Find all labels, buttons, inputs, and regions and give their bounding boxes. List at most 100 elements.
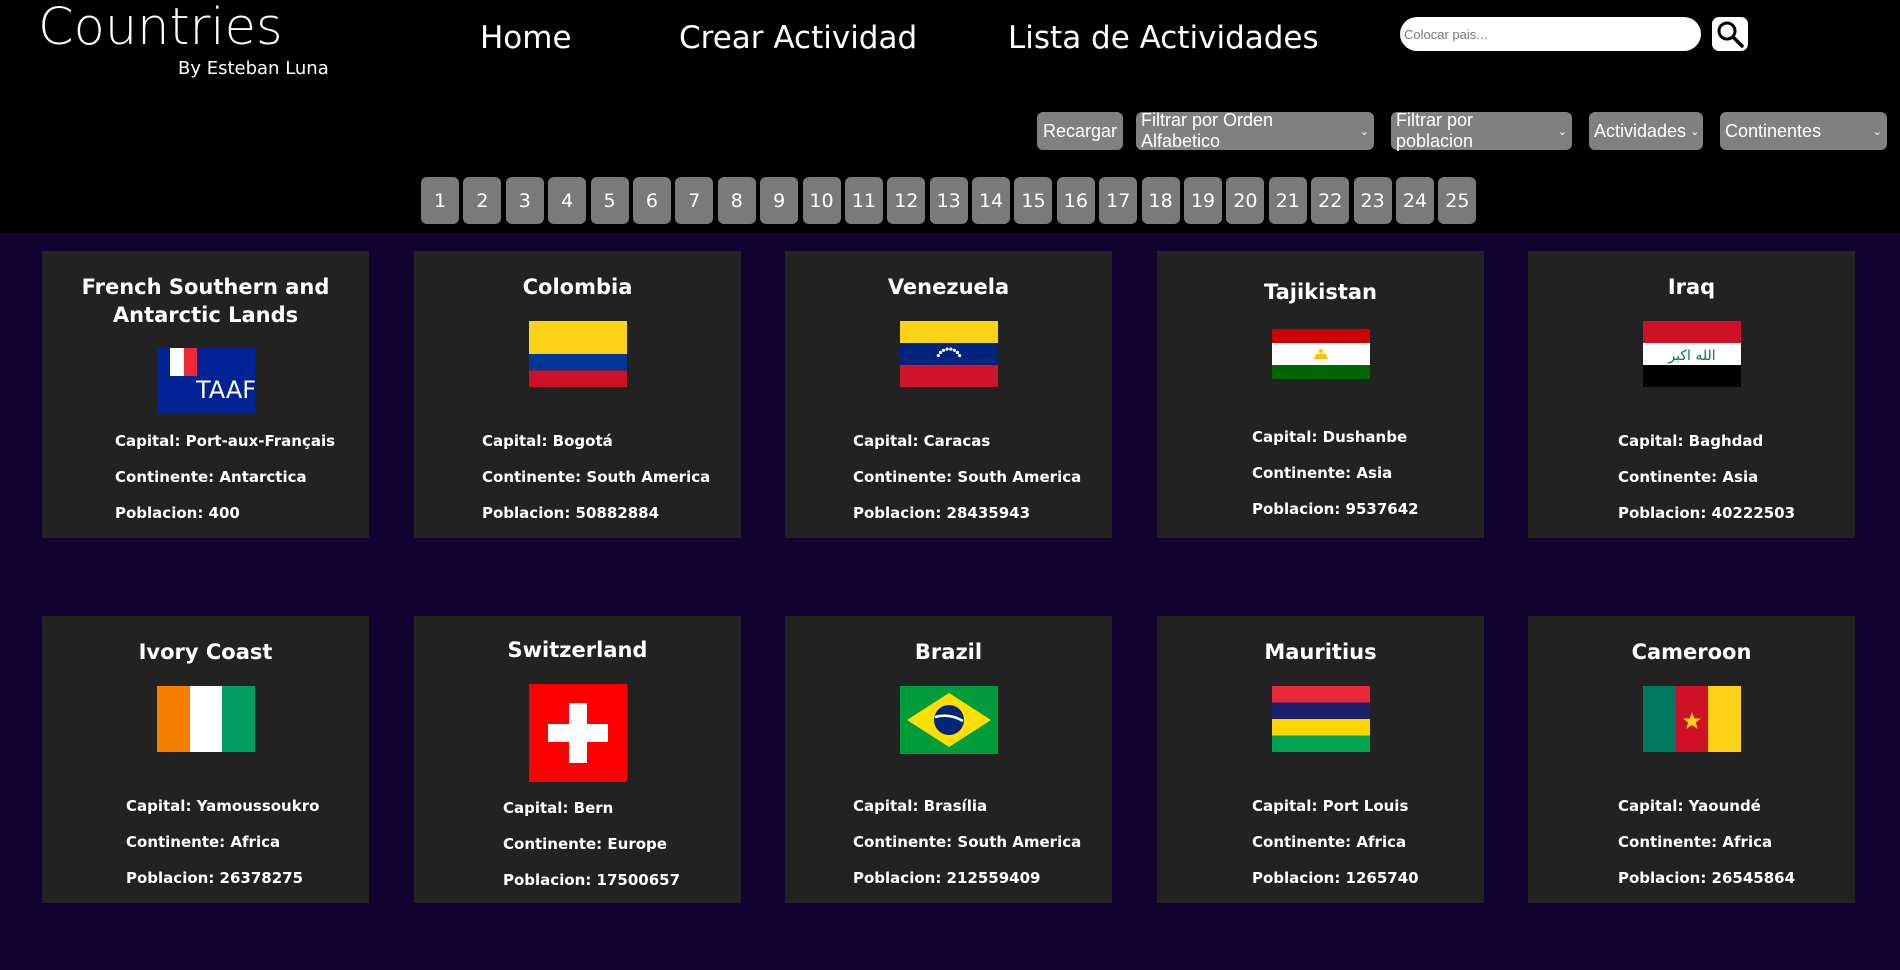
capital-text: Capital: Port-aux-Français bbox=[115, 423, 335, 459]
page-button-11[interactable]: 11 bbox=[844, 177, 883, 224]
country-info: Capital: Baghdad Continente: Asia Poblacio… bbox=[1618, 423, 1795, 531]
population-text: Poblacion: 1265740 bbox=[1252, 860, 1419, 896]
country-name: Cameroon bbox=[1631, 640, 1752, 664]
continent-text: Continente: Africa bbox=[1252, 824, 1419, 860]
page-button-8[interactable]: 8 bbox=[717, 177, 756, 224]
capital-text: Capital: Yaoundé bbox=[1618, 788, 1795, 824]
continent-text-label: Continente: bbox=[853, 833, 958, 851]
page-button-15[interactable]: 15 bbox=[1014, 177, 1053, 224]
page-button-4[interactable]: 4 bbox=[548, 177, 587, 224]
population-text-label: Poblacion: bbox=[482, 504, 576, 522]
continent-text-label: Continente: bbox=[853, 468, 958, 486]
page-button-19[interactable]: 19 bbox=[1184, 177, 1223, 224]
page-button-24[interactable]: 24 bbox=[1395, 177, 1434, 224]
country-card[interactable]: Tajikistan Capital: Dushanbe Continente: A… bbox=[1157, 251, 1484, 538]
population-text: Poblacion: 17500657 bbox=[503, 862, 680, 898]
continents-filter-label: Continentes bbox=[1725, 120, 1822, 141]
population-text-value: 1265740 bbox=[1345, 869, 1419, 887]
capital-text-label: Capital: bbox=[503, 799, 574, 817]
country-card[interactable]: Ivory Coast Capital: Yamoussoukro Continen… bbox=[42, 616, 369, 903]
page-button-10[interactable]: 10 bbox=[802, 177, 841, 224]
population-filter-select[interactable]: Filtrar por poblacion ⌄ bbox=[1391, 110, 1572, 151]
capital-text-label: Capital: bbox=[853, 797, 924, 815]
page-button-20[interactable]: 20 bbox=[1226, 177, 1265, 224]
capital-text-label: Capital: bbox=[853, 432, 924, 450]
page-button-1[interactable]: 1 bbox=[421, 177, 459, 224]
country-card[interactable]: Mauritius Capital: Port Louis Continente: … bbox=[1157, 616, 1484, 903]
country-info: Capital: Yaoundé Continente: Africa Poblac… bbox=[1618, 788, 1795, 896]
population-text: Poblacion: 9537642 bbox=[1252, 491, 1419, 527]
page-button-22[interactable]: 22 bbox=[1311, 177, 1350, 224]
country-name: Tajikistan bbox=[1263, 280, 1377, 304]
search-button[interactable] bbox=[1712, 17, 1748, 51]
capital-text: Capital: Bogotá bbox=[482, 423, 710, 459]
page-button-6[interactable]: 6 bbox=[632, 177, 671, 224]
country-card[interactable]: Cameroon Capital: Yaoundé Continente: Afri… bbox=[1528, 616, 1855, 903]
country-info: Capital: Port Louis Continente: Africa Pob… bbox=[1252, 788, 1419, 896]
population-text: Poblacion: 26545864 bbox=[1618, 860, 1795, 896]
capital-text-value: Bern bbox=[573, 799, 614, 817]
alphabetical-filter-select[interactable]: Filtrar por Orden Alfabetico ⌄ bbox=[1136, 110, 1374, 151]
capital-text-value: Dushanbe bbox=[1322, 428, 1408, 446]
brand-subtitle: By Esteban Luna bbox=[178, 58, 329, 79]
population-text-value: 26378275 bbox=[219, 869, 304, 887]
population-filter-label: Filtrar por poblacion bbox=[1396, 110, 1474, 151]
continent-text-value: Antarctica bbox=[219, 468, 307, 486]
country-name: Switzerland bbox=[507, 638, 648, 662]
nav-home[interactable]: Home bbox=[480, 18, 572, 58]
country-card[interactable]: French Southern and Antarctic Lands TAAF C… bbox=[42, 251, 369, 538]
country-card[interactable]: Colombia Capital: Bogotá Continente: South… bbox=[414, 251, 741, 538]
country-name: Ivory Coast bbox=[138, 640, 273, 664]
continent-text: Continente: South America bbox=[482, 459, 710, 495]
country-card[interactable]: Switzerland Capital: Bern Continente: Euro… bbox=[414, 616, 741, 903]
page-button-18[interactable]: 18 bbox=[1141, 177, 1180, 224]
continent-text-value: Europe bbox=[607, 835, 667, 853]
search-icon bbox=[1717, 21, 1744, 48]
country-name: Iraq bbox=[1667, 275, 1716, 299]
page-button-17[interactable]: 17 bbox=[1099, 177, 1138, 224]
continent-text: Continente: Africa bbox=[1618, 824, 1795, 860]
page-button-12[interactable]: 12 bbox=[887, 177, 926, 224]
page-button-21[interactable]: 21 bbox=[1268, 177, 1307, 224]
country-info: Capital: Yamoussoukro Continente: Africa P… bbox=[126, 788, 319, 896]
population-text: Poblacion: 400 bbox=[115, 495, 335, 531]
page-button-13[interactable]: 13 bbox=[929, 177, 968, 224]
page-button-5[interactable]: 5 bbox=[590, 177, 629, 224]
page-button-25[interactable]: 25 bbox=[1438, 177, 1477, 224]
country-card[interactable]: Brazil Capital: Brasília Continente: South… bbox=[785, 616, 1112, 903]
capital-text: Capital: Brasília bbox=[853, 788, 1081, 824]
page-button-23[interactable]: 23 bbox=[1353, 177, 1392, 224]
page-button-14[interactable]: 14 bbox=[972, 177, 1011, 224]
country-info: Capital: Brasília Continente: South Ameri… bbox=[853, 788, 1081, 896]
page-button-7[interactable]: 7 bbox=[675, 177, 714, 224]
alphabetical-filter-label: Filtrar por Orden Alfabetico bbox=[1141, 110, 1274, 151]
reload-button[interactable]: Recargar bbox=[1037, 112, 1123, 150]
continents-filter-select[interactable]: Continentes ⌄ bbox=[1720, 112, 1887, 150]
nav-activity-list[interactable]: Lista de Actividades bbox=[1008, 18, 1319, 58]
capital-text-label: Capital: bbox=[115, 432, 186, 450]
continent-text-value: Africa bbox=[230, 833, 281, 851]
population-text-value: 400 bbox=[208, 504, 240, 522]
activities-filter-label: Actividades bbox=[1594, 120, 1687, 141]
country-info: Capital: Port-aux-Français Continente: An… bbox=[115, 423, 335, 531]
population-text-label: Poblacion: bbox=[503, 871, 597, 889]
page-button-2[interactable]: 2 bbox=[463, 177, 502, 224]
country-card[interactable]: Iraq الله اكبر Capital: Baghdad Continente:… bbox=[1528, 251, 1855, 538]
nav-create-activity[interactable]: Crear Actividad bbox=[679, 18, 917, 58]
country-name: French Southern and Antarctic Lands bbox=[81, 275, 330, 327]
page-button-16[interactable]: 16 bbox=[1056, 177, 1095, 224]
country-name: Mauritius bbox=[1264, 640, 1377, 664]
search-input[interactable] bbox=[1400, 17, 1701, 51]
capital-text-label: Capital: bbox=[482, 432, 553, 450]
page-button-9[interactable]: 9 bbox=[760, 177, 799, 224]
population-text-label: Poblacion: bbox=[1252, 869, 1346, 887]
chevron-down-icon: ⌄ bbox=[1557, 125, 1567, 138]
page-button-3[interactable]: 3 bbox=[505, 177, 544, 224]
activities-filter-select[interactable]: Actividades ⌄ bbox=[1589, 112, 1703, 150]
continent-text-label: Continente: bbox=[1618, 468, 1723, 486]
capital-text-value: Brasília bbox=[923, 797, 988, 815]
capital-text: Capital: Dushanbe bbox=[1252, 419, 1419, 455]
country-card[interactable]: Venezuela Capital: Caracas Continente: Sou… bbox=[785, 251, 1112, 538]
capital-text: Capital: Caracas bbox=[853, 423, 1081, 459]
capital-text: Capital: Port Louis bbox=[1252, 788, 1419, 824]
